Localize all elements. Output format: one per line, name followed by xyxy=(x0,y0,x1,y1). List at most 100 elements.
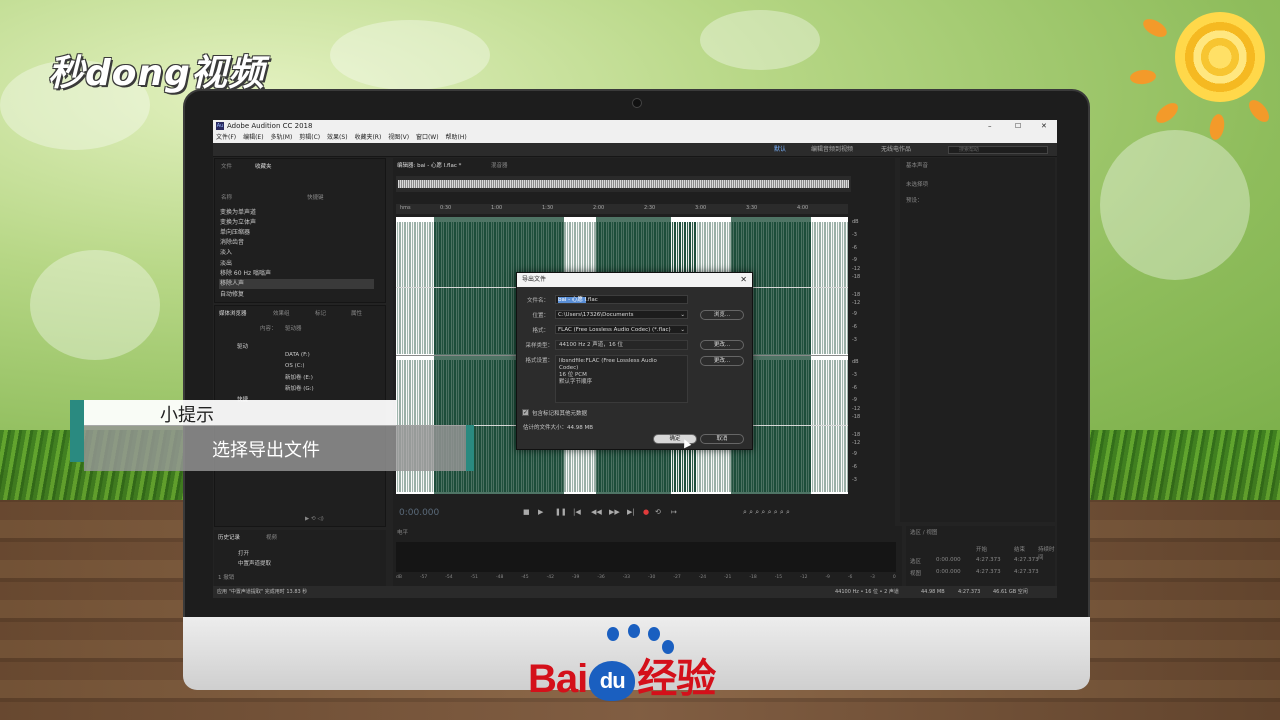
location-dropdown[interactable]: C:\Users\17326\Documents ⌄ xyxy=(555,310,688,319)
levels-meter-panel: 电平 dB -57 -54 -51 -48 -45 -42 -39 -36 -3… xyxy=(393,526,902,586)
history-item-selected[interactable]: 中置声道提取 xyxy=(238,559,271,567)
menu-help[interactable]: 帮助(H) xyxy=(446,134,467,141)
maximize-button[interactable]: ☐ xyxy=(1015,120,1021,132)
menu-effects[interactable]: 效果(S) xyxy=(327,134,348,141)
tab-files[interactable]: 文件 xyxy=(221,162,232,170)
effect-item[interactable]: 变换为立体声 xyxy=(219,218,374,228)
selection-duration[interactable]: 4:27.373 xyxy=(1014,557,1039,563)
view-end[interactable]: 4:27.373 xyxy=(976,569,1001,575)
rewind-button[interactable]: ◀◀ xyxy=(591,508,602,516)
tree-drive-g[interactable]: 新加卷 (G:) xyxy=(285,384,314,392)
play-button[interactable]: ▶ xyxy=(538,508,543,516)
db-label: -12 xyxy=(852,300,861,306)
menu-favorites[interactable]: 收藏夹(R) xyxy=(354,134,381,141)
status-free-space: 46.61 GB 空闲 xyxy=(993,589,1028,595)
content-dropdown[interactable]: 驱动器 xyxy=(285,324,302,332)
selection-view-title: 选区 / 视图 xyxy=(910,530,938,536)
close-button[interactable]: ✕ xyxy=(1041,120,1047,132)
levels-tick: -39 xyxy=(572,575,580,580)
baidu-paw-icon xyxy=(628,624,640,638)
tab-markers[interactable]: 标记 xyxy=(315,309,326,317)
workspace-default[interactable]: 默认 xyxy=(774,143,786,157)
cancel-button[interactable]: 取消 xyxy=(700,434,744,444)
chevron-down-icon: ⌄ xyxy=(680,327,685,333)
stop-button[interactable]: ■ xyxy=(523,508,530,516)
effect-item[interactable]: 淡入 xyxy=(219,248,374,258)
menu-multitrack[interactable]: 多轨(M) xyxy=(270,134,292,141)
effect-item[interactable]: 移除 60 Hz 嗡嗡声 xyxy=(219,269,374,279)
tab-effects-rack[interactable]: 效果组 xyxy=(273,309,290,317)
menu-clip[interactable]: 剪辑(C) xyxy=(299,134,320,141)
go-to-end-button[interactable]: ▶| xyxy=(627,508,635,516)
effect-item[interactable]: 消除齿音 xyxy=(219,238,374,248)
include-markers-checkbox[interactable]: ✓ xyxy=(522,409,529,416)
levels-tick: -24 xyxy=(698,575,707,580)
db-label: dB xyxy=(852,359,859,365)
view-start[interactable]: 0:00.000 xyxy=(936,569,961,575)
tab-editor[interactable]: 编辑器: bai - 心愿 l.flac * xyxy=(397,161,461,169)
filename-selected-text: bai - 心愿 l xyxy=(558,297,587,303)
effect-item[interactable]: 单向压缩器 xyxy=(219,228,374,238)
menu-bar: 文件(F) 编辑(E) 多轨(M) 剪辑(C) 效果(S) 收藏夹(R) 视图(… xyxy=(213,132,1057,143)
effect-item[interactable]: 变换为单声道 xyxy=(219,208,374,218)
help-search-input[interactable]: 搜索帮助 xyxy=(948,146,1048,154)
play-preview-icon[interactable]: ▶ ⟲ ◁) xyxy=(305,516,324,522)
effect-item-selected[interactable]: 移除人声 xyxy=(219,279,374,289)
levels-tick: -15 xyxy=(774,575,783,580)
db-label: -6 xyxy=(852,385,857,391)
format-settings-line: 默认字节顺序 xyxy=(559,379,593,385)
record-button[interactable]: ● xyxy=(643,508,649,516)
selection-end[interactable]: 4:27.373 xyxy=(976,557,1001,563)
overview-wave xyxy=(398,180,849,188)
workspace-video[interactable]: 编辑音频到视频 xyxy=(811,143,853,157)
history-item[interactable]: 打开 xyxy=(238,549,249,557)
time-ruler[interactable]: hms 0:30 1:00 1:30 2:00 2:30 3:00 3:30 4… xyxy=(396,204,848,214)
dialog-close-icon[interactable]: ✕ xyxy=(740,273,747,287)
menu-edit[interactable]: 编辑(E) xyxy=(243,134,263,141)
pause-button[interactable]: ❚❚ xyxy=(555,508,567,516)
tab-favorites[interactable]: 收藏夹 xyxy=(255,162,272,170)
tab-video[interactable]: 视频 xyxy=(266,533,277,541)
menu-window[interactable]: 窗口(W) xyxy=(416,134,439,141)
bokeh-light xyxy=(700,10,820,70)
format-settings-line: libsndfile:FLAC (Free Lossless Audio xyxy=(559,358,657,364)
export-file-dialog: 导出文件 ✕ 文件名： bai - 心愿 l.flac 位置： C:\Users… xyxy=(516,272,753,450)
levels-scale: dB -57 -54 -51 -48 -45 -42 -39 -36 -33 -… xyxy=(396,575,896,580)
forward-button[interactable]: ▶▶ xyxy=(609,508,620,516)
filename-input[interactable]: bai - 心愿 l.flac xyxy=(555,295,688,304)
menu-view[interactable]: 视图(V) xyxy=(388,134,409,141)
tree-drives[interactable]: 驱动 xyxy=(237,342,248,350)
view-duration[interactable]: 4:27.373 xyxy=(1014,569,1039,575)
effect-item[interactable]: 淡出 xyxy=(219,259,374,269)
change-sample-button[interactable]: 更改... xyxy=(700,340,744,350)
tab-history[interactable]: 历史记录 xyxy=(218,533,240,541)
loop-button[interactable]: ⟲ xyxy=(655,508,661,516)
levels-tick: -51 xyxy=(470,575,478,580)
minimize-button[interactable]: – xyxy=(988,120,992,132)
levels-meter-bar xyxy=(396,542,896,572)
selection-start[interactable]: 0:00.000 xyxy=(936,557,961,563)
header-start: 开始 xyxy=(976,547,988,553)
ruler-label: hms xyxy=(400,205,411,211)
change-format-button[interactable]: 更改... xyxy=(700,356,744,366)
preset-label: 预设： xyxy=(906,198,923,204)
tab-mixer[interactable]: 混音器 xyxy=(491,161,508,169)
tree-drive-c[interactable]: OS (C:) xyxy=(285,363,305,369)
go-to-start-button[interactable]: |◀ xyxy=(573,508,581,516)
format-dropdown[interactable]: FLAC (Free Lossless Audio Codec) (*.flac… xyxy=(555,325,688,334)
sample-type-value: 44100 Hz 2 声道，16 位 xyxy=(555,340,688,350)
tree-drive-f[interactable]: DATA (F:) xyxy=(285,352,310,358)
tab-properties[interactable]: 属性 xyxy=(351,309,362,317)
workspace-radio[interactable]: 无线电作品 xyxy=(881,143,911,157)
skip-button[interactable]: ↦ xyxy=(671,508,677,516)
zoom-tools-icon[interactable]: ⌕ ⌕ ⌕ ⌕ ⌕ ⌕ ⌕ ⌕ xyxy=(743,508,790,517)
history-panel: 历史记录 视频 打开 中置声道提取 1 撤销 xyxy=(214,530,386,588)
filename-extension: .flac xyxy=(586,297,598,303)
menu-file[interactable]: 文件(F) xyxy=(216,134,236,141)
effect-item[interactable]: 自动修复 xyxy=(219,290,374,300)
waveform-overview[interactable] xyxy=(396,176,851,192)
bokeh-light xyxy=(330,20,490,90)
tab-media-browser[interactable]: 媒体浏览器 xyxy=(219,309,247,317)
browse-button[interactable]: 浏览... xyxy=(700,310,744,320)
tree-drive-e[interactable]: 新加卷 (E:) xyxy=(285,373,313,381)
